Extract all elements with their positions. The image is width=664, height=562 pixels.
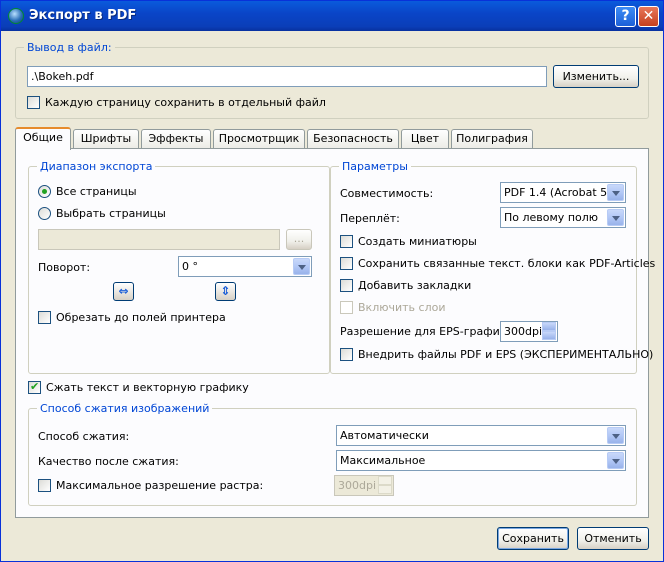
compat-select[interactable]: PDF 1.4 (Acrobat 5) [500,182,626,203]
mirror-horizontal-icon[interactable]: ⇔ [113,282,134,301]
layers-label: Включить слои [358,301,446,314]
tab-security[interactable]: Безопасность [307,129,399,149]
compat-label: Совместимость: [340,187,434,200]
compression-quality-select[interactable]: Максимальное [336,450,626,471]
browse-pages-button[interactable]: ... [286,229,312,250]
spin-down-icon[interactable] [542,331,556,340]
bookmarks-label: Добавить закладки [358,279,472,292]
crop-to-printer-checkbox[interactable] [38,311,51,324]
save-button[interactable]: Сохранить [497,527,569,550]
all-pages-label: Все страницы [56,185,137,198]
select-pages-label: Выбрать страницы [56,207,166,220]
embed-eps-checkbox[interactable] [340,348,353,361]
export-pdf-dialog: Экспорт в PDF ? ✕ Вывод в файл: .\Bokeh.… [0,0,664,562]
compress-text-checkbox[interactable] [28,380,41,394]
change-file-button[interactable]: Изменить... [553,65,639,88]
binding-select[interactable]: По левому полю [500,207,626,228]
spin-down-icon[interactable] [378,485,392,494]
thumbnails-checkbox[interactable] [340,235,353,248]
layers-checkbox[interactable] [340,301,353,314]
output-file-input[interactable]: .\Bokeh.pdf [27,66,547,87]
compression-method-label: Способ сжатия: [38,430,130,443]
chevron-down-icon [293,258,310,275]
spin-up-icon[interactable] [378,476,392,485]
bookmarks-checkbox[interactable] [340,279,353,292]
all-pages-radio[interactable] [38,185,51,198]
articles-label: Сохранить связанные текст. блоки как PDF… [358,257,656,270]
chevron-down-icon [607,184,624,201]
rotation-select[interactable]: 0 ° [178,256,312,277]
embed-eps-label: Внедрить файлы PDF и EPS (ЭКСПЕРИМЕНТАЛЬ… [358,348,654,361]
compression-method-select[interactable]: Автоматически [336,425,626,446]
max-resolution-label: Максимальное разрешение растра: [56,479,264,492]
tab-viewer[interactable]: Просмотрщик [213,129,305,149]
select-pages-radio[interactable] [38,207,51,220]
eps-resolution-label: Разрешение для EPS-графики: [340,325,518,338]
compression-quality-value: Максимальное [340,454,426,467]
thumbnails-label: Создать миниатюры [358,235,477,248]
tab-prepress[interactable]: Полиграфия [451,129,533,149]
compress-text-label: Сжать текст и векторную графику [46,381,249,394]
chevron-down-icon [607,452,624,469]
close-button[interactable]: ✕ [638,6,659,27]
spin-up-icon[interactable] [542,322,556,331]
max-resolution-value: 300dpi [338,479,377,492]
output-file-group-label: Вывод в файл: [24,41,115,54]
eps-resolution-spinbox[interactable]: 300dpi [500,321,558,342]
rotation-value: 0 ° [182,260,198,273]
scribus-icon [8,8,24,24]
tab-general[interactable]: Общие [15,127,71,150]
max-resolution-spinbox[interactable]: 300dpi [334,475,394,496]
compression-quality-label: Качество после сжатия: [38,455,179,468]
separate-pages-checkbox[interactable] [27,96,40,109]
page-range-input[interactable] [38,229,280,250]
compression-method-value: Автоматически [340,429,429,442]
max-resolution-checkbox[interactable] [38,479,51,492]
articles-checkbox[interactable] [340,257,353,270]
crop-to-printer-label: Обрезать до полей принтера [56,311,226,324]
general-tab-panel: Диапазон экспорта Все страницы Выбрать с… [15,148,655,518]
window-title: Экспорт в PDF [29,8,137,23]
cancel-button[interactable]: Отменить [577,527,649,550]
compat-value: PDF 1.4 (Acrobat 5) [504,186,612,199]
binding-value: По левому полю [504,211,599,224]
rotation-label: Поворот: [38,261,91,274]
mirror-vertical-icon[interactable]: ⇕ [215,282,236,301]
help-button[interactable]: ? [615,6,636,27]
parameters-group-label: Параметры [339,160,411,173]
separate-pages-label: Каждую страницу сохранить в отдельный фа… [45,96,326,109]
tab-color[interactable]: Цвет [401,129,449,149]
title-bar[interactable]: Экспорт в PDF ? ✕ [1,1,663,31]
eps-resolution-value: 300dpi [504,325,543,338]
binding-label: Переплёт: [340,212,400,225]
chevron-down-icon [607,209,624,226]
export-range-group-label: Диапазон экспорта [37,160,156,173]
image-compression-group-label: Способ сжатия изображений [37,402,213,415]
chevron-down-icon [607,427,624,444]
tab-effects[interactable]: Эффекты [141,129,211,149]
tab-fonts[interactable]: Шрифты [73,129,139,149]
